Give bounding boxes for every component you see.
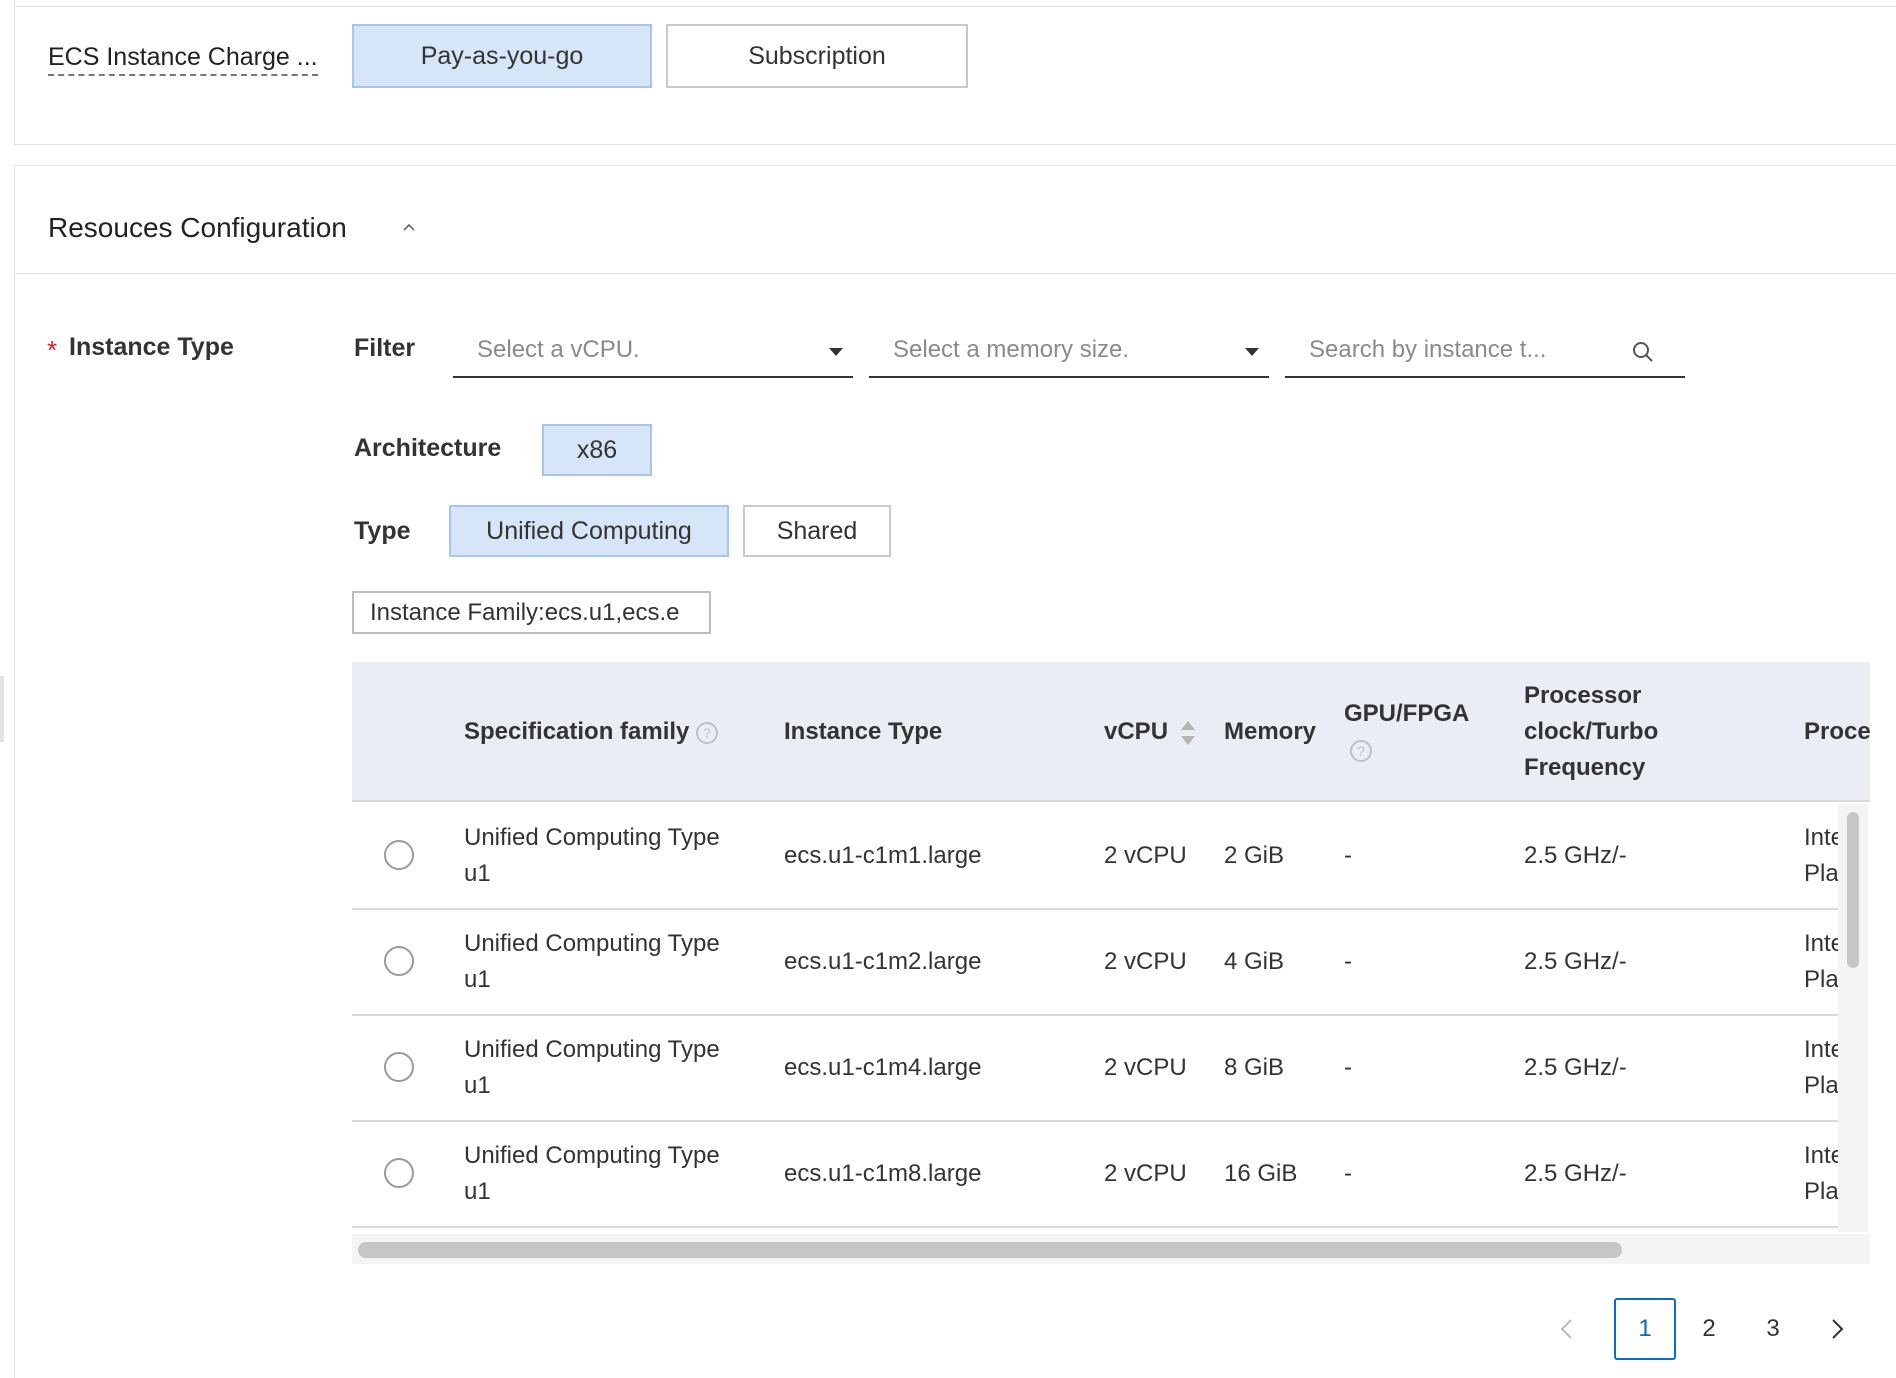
filter-label: Filter [354, 334, 416, 362]
cell-gpu: - [1344, 1054, 1352, 1081]
cell-processor-line: Pla [1804, 966, 1839, 993]
header-processor-frequency: Processor clock/Turbo Frequency [1524, 678, 1658, 786]
cell-memory: 16 GiB [1224, 1160, 1298, 1187]
memory-select[interactable]: Select a memory size. [869, 330, 1269, 378]
sort-icon[interactable] [1179, 719, 1197, 747]
cell-processor-line: Pla [1804, 1072, 1839, 1099]
help-icon[interactable]: ? [1350, 739, 1372, 762]
row-radio[interactable] [384, 840, 414, 870]
header-processor-model: Proce [1804, 718, 1870, 745]
divider [14, 273, 1896, 274]
type-shared-button[interactable]: Shared [743, 505, 891, 557]
header-vcpu-label: vCPU [1104, 718, 1169, 745]
caret-down-icon [829, 348, 843, 356]
pagination-prev-button[interactable] [1536, 1298, 1598, 1360]
pagination-page-2[interactable]: 2 [1678, 1298, 1740, 1360]
chevron-left-icon [1560, 1319, 1572, 1339]
table-row[interactable]: Unified Computing Type u1 ecs.u1-c1m1.la… [352, 804, 1844, 910]
cell-memory: 2 GiB [1224, 842, 1285, 869]
search-icon[interactable] [1631, 340, 1655, 364]
divider [0, 676, 4, 742]
header-processor-line1: Processor [1524, 682, 1642, 709]
cell-instance-type: ecs.u1-c1m4.large [784, 1054, 982, 1081]
header-spec-family: Specification family ? [464, 714, 719, 750]
row-radio[interactable] [384, 1158, 414, 1188]
cell-memory: 8 GiB [1224, 1054, 1285, 1081]
cell-instance-type: ecs.u1-c1m8.large [784, 1160, 982, 1187]
caret-down-icon [1245, 348, 1259, 356]
table-row[interactable]: Unified Computing Type u1 ecs.u1-c1m8.la… [352, 1122, 1844, 1228]
instance-type-label: Instance Type [69, 333, 234, 361]
chevron-up-icon[interactable] [400, 218, 418, 236]
vcpu-select-placeholder: Select a vCPU. [477, 336, 640, 363]
cell-gpu: - [1344, 948, 1352, 975]
pay-as-you-go-button[interactable]: Pay-as-you-go [352, 24, 652, 88]
cell-gpu: - [1344, 842, 1352, 869]
cell-processor-line: Pla [1804, 1178, 1839, 1205]
header-gpu-fpga-label: GPU/FPGA [1344, 700, 1470, 727]
table-header: Specification family ? Instance Type vCP… [352, 662, 1870, 802]
header-vcpu[interactable]: vCPU [1104, 714, 1197, 750]
cell-memory: 4 GiB [1224, 948, 1285, 975]
cell-family-line: u1 [464, 860, 491, 887]
cell-family-line: Unified Computing Type [464, 824, 720, 851]
section-title: Resouces Configuration [48, 212, 347, 243]
header-memory: Memory [1224, 718, 1317, 745]
cell-instance-type: ecs.u1-c1m1.large [784, 842, 982, 869]
cell-vcpu: 2 vCPU [1104, 1054, 1187, 1081]
cell-spec-family: Unified Computing Type u1 [464, 926, 720, 998]
pagination-page-1[interactable]: 1 [1614, 1298, 1676, 1360]
instance-family-tag[interactable]: Instance Family:ecs.u1,ecs.e [352, 591, 711, 634]
pagination-page-3[interactable]: 3 [1742, 1298, 1804, 1360]
pagination-next-button[interactable] [1806, 1298, 1868, 1360]
architecture-x86-button[interactable]: x86 [542, 424, 652, 476]
cell-vcpu: 2 vCPU [1104, 842, 1187, 869]
memory-select-placeholder: Select a memory size. [893, 336, 1130, 363]
header-processor-line2: clock/Turbo [1524, 718, 1659, 745]
cell-frequency: 2.5 GHz/- [1524, 1054, 1627, 1081]
cell-family-line: Unified Computing Type [464, 1036, 720, 1063]
charge-type-label[interactable]: ECS Instance Charge ... [48, 42, 318, 76]
type-label: Type [354, 517, 411, 545]
row-radio[interactable] [384, 946, 414, 976]
vertical-scrollbar-thumb[interactable] [1847, 812, 1859, 968]
cell-processor-line: Pla [1804, 860, 1839, 887]
header-spec-family-label: Specification family [464, 718, 690, 745]
chevron-right-icon [1832, 1319, 1844, 1339]
cell-frequency: 2.5 GHz/- [1524, 1160, 1627, 1187]
cell-family-line: Unified Computing Type [464, 1142, 720, 1169]
cell-gpu: - [1344, 1160, 1352, 1187]
type-unified-computing-button[interactable]: Unified Computing [449, 505, 729, 557]
search-placeholder: Search by instance t... [1309, 336, 1547, 363]
header-gpu-fpga: GPU/FPGA ? [1344, 696, 1469, 768]
cell-family-line: u1 [464, 966, 491, 993]
cell-spec-family: Unified Computing Type u1 [464, 820, 720, 892]
instance-table: Specification family ? Instance Type vCP… [352, 662, 1870, 1262]
subscription-button[interactable]: Subscription [666, 24, 968, 88]
cell-spec-family: Unified Computing Type u1 [464, 1032, 720, 1104]
row-radio[interactable] [384, 1052, 414, 1082]
cell-family-line: Unified Computing Type [464, 930, 720, 957]
vcpu-select[interactable]: Select a vCPU. [453, 330, 853, 378]
cell-spec-family: Unified Computing Type u1 [464, 1138, 720, 1210]
divider [14, 6, 1896, 7]
cell-family-line: u1 [464, 1072, 491, 1099]
cell-family-line: u1 [464, 1178, 491, 1205]
table-row[interactable]: Unified Computing Type u1 ecs.u1-c1m2.la… [352, 910, 1844, 1016]
cell-frequency: 2.5 GHz/- [1524, 842, 1627, 869]
instance-search-input[interactable]: Search by instance t... [1285, 330, 1685, 378]
table-row[interactable]: Unified Computing Type u1 ecs.u1-c1m4.la… [352, 1016, 1844, 1122]
cell-vcpu: 2 vCPU [1104, 1160, 1187, 1187]
header-instance-type: Instance Type [784, 718, 943, 745]
cell-instance-type: ecs.u1-c1m2.large [784, 948, 982, 975]
cell-vcpu: 2 vCPU [1104, 948, 1187, 975]
architecture-label: Architecture [354, 434, 502, 462]
cell-frequency: 2.5 GHz/- [1524, 948, 1627, 975]
required-mark: * [47, 335, 58, 365]
help-icon[interactable]: ? [696, 721, 719, 744]
horizontal-scrollbar-thumb[interactable] [358, 1242, 1622, 1258]
header-processor-line3: Frequency [1524, 754, 1646, 781]
